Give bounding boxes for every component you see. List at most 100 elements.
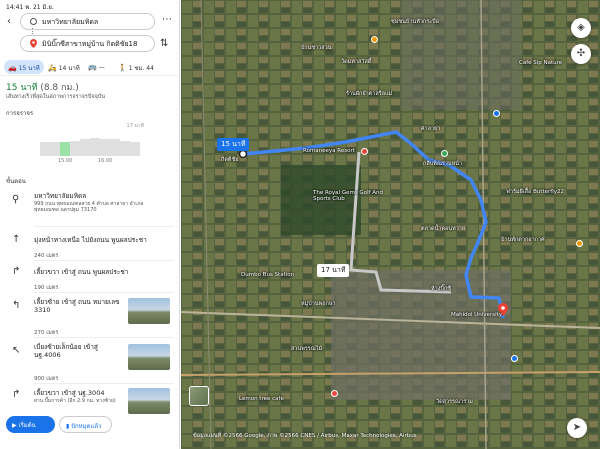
traffic-bar — [80, 139, 90, 156]
directions-panel: 14:41 พ. 21 มิ.ย. ‹ มหาวิทยาลัยมหิดล ⋯ ม… — [0, 0, 180, 449]
north-town-area — [401, 0, 521, 110]
more-options-icon[interactable]: ⋯ — [162, 14, 172, 25]
step-text: มหาวิทยาลัยมหิดล — [34, 192, 87, 200]
traffic-bar — [50, 142, 60, 156]
map-label[interactable]: วัดสุวรรณาราม — [436, 398, 473, 406]
map-label[interactable]: Lemon tree cafe — [239, 396, 284, 402]
map-label[interactable]: บ้านพักตากอากาศ — [501, 236, 545, 244]
poi-marker-icon[interactable] — [361, 148, 368, 155]
map-label[interactable]: Dumbo Bus Station — [241, 272, 294, 278]
origin-circle-icon — [30, 18, 37, 25]
origin-field[interactable]: มหาวิทยาลัยมหิดล — [20, 13, 155, 30]
steps-heading: ขั้นตอน — [6, 178, 26, 185]
walk-icon: 🚶 — [118, 64, 127, 72]
step-distance: 190 เมตร — [34, 285, 59, 291]
compass-icon[interactable]: ✣ — [571, 44, 591, 64]
destination-pin-icon — [30, 39, 37, 48]
map-label[interactable]: Mahidol University — [451, 312, 502, 318]
map-label[interactable]: บ้านชาวสวน — [301, 44, 331, 52]
divider — [34, 226, 174, 227]
mode-motorbike[interactable]: 🛵 14 นาที — [44, 60, 84, 74]
status-bar: 14:41 พ. 21 มิ.ย. — [6, 4, 54, 11]
poi-marker-icon[interactable] — [331, 390, 338, 397]
back-arrow-icon[interactable]: ‹ — [7, 16, 11, 27]
traffic-tick-label: 16.00 — [98, 158, 113, 164]
step-distance: 270 เมตร — [34, 330, 59, 336]
pinned-button[interactable]: ▮ ปักหมุดแล้ว — [59, 416, 112, 433]
travel-modes: 🚗 15 นาที 🛵 14 นาที 🚌 — 🚶 1 ชม. 44 — [0, 58, 179, 76]
step-text: เลี้ยวซ้าย เข้าสู่ ถนน หมายเลข 3310 — [34, 298, 120, 314]
map-layer-thumbnail[interactable] — [189, 386, 209, 406]
map-attribution: ข้อมูลแผนที่ ©2566 Google, ภาพ ©2566 CNE… — [193, 433, 417, 439]
step-text: มุ่งหน้าทางเหนือ ไปยังถนน พูนผลประชา — [34, 236, 147, 244]
poi-marker-icon[interactable] — [576, 240, 583, 247]
turn-right-icon: ↱ — [12, 389, 21, 400]
map-label[interactable]: วัดมหาสวัสดิ์ — [341, 58, 371, 66]
street-view-thumbnail[interactable] — [128, 388, 170, 414]
poi-marker-icon[interactable] — [493, 110, 500, 117]
map-label[interactable]: Romaneeya Resort — [303, 148, 355, 154]
location-pin-icon: ⚲ — [12, 194, 20, 205]
map-label[interactable]: ตลาดน้ำดอนหวาย — [421, 225, 465, 233]
map-label[interactable]: ศาลายา — [421, 125, 440, 133]
car-icon: 🚗 — [8, 64, 17, 72]
app-root: 14:41 พ. 21 มิ.ย. ‹ มหาวิทยาลัยมหิดล ⋯ ม… — [0, 0, 600, 449]
traffic-tick-label: 15.00 — [58, 158, 73, 164]
traffic-max-caption: 17 นาที — [126, 123, 144, 129]
traffic-bar — [120, 141, 130, 156]
step-text: เลี้ยวขวา เข้าสู่ นฐ.3004 — [34, 389, 105, 397]
traffic-bar — [130, 142, 140, 156]
route-origin-marker — [238, 149, 248, 159]
divider — [34, 260, 174, 261]
poi-marker-icon[interactable] — [511, 355, 518, 362]
map-label[interactable]: Cafe Sip Nature — [519, 60, 562, 66]
mode-walk[interactable]: 🚶 1 ชม. 44 — [114, 60, 158, 74]
destination-field[interactable]: มินิบิ๊กซีสาขาหมู่บ้าน กิตติชัย18 — [20, 35, 155, 52]
eta-distance: (8.8 กม.) — [40, 83, 79, 93]
route-time-callout[interactable]: 15 นาที — [217, 138, 250, 151]
traffic-bar — [110, 139, 120, 156]
traffic-bar — [100, 139, 110, 156]
map-label[interactable]: The Royal Gems Golf And Sports Club — [313, 190, 383, 202]
swap-route-icon[interactable]: ⇅ — [160, 38, 168, 49]
start-navigation-button[interactable]: ▶ เริ่มต้น — [6, 416, 55, 433]
traffic-bar — [40, 142, 50, 156]
poi-marker-icon[interactable] — [371, 36, 378, 43]
transit-icon: 🚌 — [88, 63, 97, 71]
step-text: เบี่ยงซ้ายเล็กน้อย เข้าสู่ นฐ.4006 — [34, 343, 98, 359]
step-sub: 999 ถนน พุทธมณฑลสาย 4 ตำบล ศาลายา อำเภอ … — [34, 201, 144, 213]
alt-route-time-callout[interactable]: 17 นาที — [317, 264, 350, 277]
step-distance: 240 เมตร — [34, 253, 59, 259]
traffic-bar — [60, 142, 70, 156]
layers-icon[interactable]: ◈ — [571, 18, 591, 38]
divider — [34, 383, 174, 384]
map-canvas — [181, 0, 600, 449]
map-label[interactable]: ห้างบิ๊กซี — [431, 285, 451, 293]
arrow-up-icon: ↑ — [12, 234, 21, 245]
map-label[interactable]: หมู่บ้านพฤกษา — [301, 300, 336, 308]
map-label[interactable]: ฟาร์มผีเสื้อ Butterfly22 — [506, 188, 564, 196]
map-label[interactable]: กิตติชัย — [221, 156, 238, 164]
traffic-chart: 17 นาที 15.00 16.00 — [40, 123, 144, 164]
map-label[interactable]: ชุมชนบ้านหัวกระบือ — [391, 18, 439, 26]
mode-car[interactable]: 🚗 15 นาที — [4, 60, 44, 74]
map-label[interactable]: สวนพรรณไม้ — [291, 345, 322, 353]
street-view-thumbnail[interactable] — [128, 344, 170, 370]
step-distance: 900 เมตร — [34, 376, 59, 382]
street-view-thumbnail[interactable] — [128, 298, 170, 324]
traffic-bar — [70, 141, 80, 156]
divider — [34, 337, 174, 338]
satellite-map[interactable]: 15 นาที 17 นาที Cafe Sip Nature The Roya… — [181, 0, 600, 449]
map-label[interactable]: ร้านผักยำตาลรีลแม่ — [346, 90, 392, 98]
poi-marker-icon[interactable] — [441, 150, 448, 157]
slight-left-icon: ↖ — [12, 345, 21, 356]
turn-left-icon: ↰ — [12, 300, 21, 311]
eta-note: เส้นทางเร็วที่สุดในสภาพการจราจรปัจจุบัน — [6, 94, 106, 100]
step-text: เลี้ยวขวา เข้าสู่ ถนน พูนผลประชา — [34, 268, 129, 276]
traffic-bar — [90, 138, 100, 156]
mode-transit[interactable]: 🚌 — — [84, 60, 109, 74]
eta-summary: 15 นาที (8.8 กม.) — [6, 80, 79, 94]
divider — [34, 292, 174, 293]
map-label[interactable]: กลีบพิณร่วมหน้า — [423, 160, 462, 168]
my-location-icon[interactable]: ➤ — [567, 418, 587, 438]
